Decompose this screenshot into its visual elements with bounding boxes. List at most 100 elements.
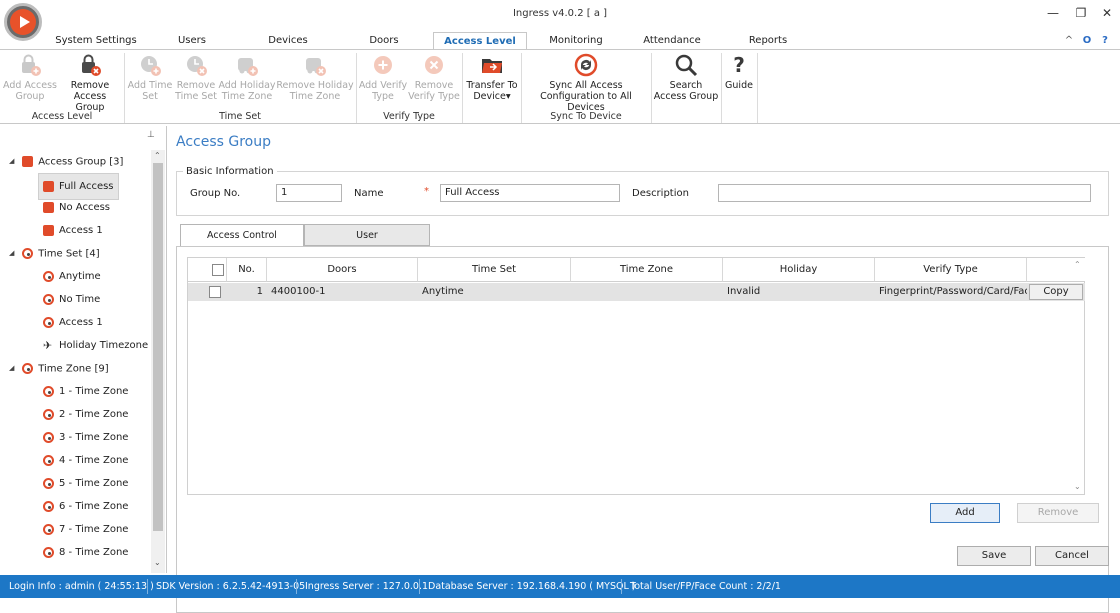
name-label: Name	[354, 188, 384, 199]
cell-time-set[interactable]: Anytime	[418, 283, 571, 301]
cell-holiday[interactable]: Invalid	[723, 283, 875, 301]
grid-header-rowmark	[188, 258, 209, 282]
tree-item-holiday-timezone[interactable]: ✈ Holiday Timezone	[0, 334, 151, 357]
add-verify-icon	[371, 53, 395, 77]
tree-item-time-set-access-1[interactable]: Access 1	[0, 311, 151, 334]
clock-icon	[43, 523, 54, 535]
copy-button[interactable]: Copy	[1029, 284, 1083, 300]
tree-item-time-zone-6[interactable]: 6 - Time Zone	[0, 495, 151, 518]
tree-scrollbar[interactable]: ⌃ ⌄	[151, 150, 165, 573]
tree-item-time-zone-4[interactable]: 4 - Time Zone	[0, 449, 151, 472]
clock-icon	[22, 363, 34, 374]
grid-header-verify-type[interactable]: Verify Type	[875, 258, 1027, 282]
tab-system-settings[interactable]: System Settings	[50, 32, 142, 50]
collapse-ribbon-icon[interactable]: ^	[1062, 32, 1076, 50]
remove-clock-icon	[184, 53, 208, 77]
transfer-folder-icon	[480, 53, 504, 77]
remove-time-set-button[interactable]: Remove Time Set	[174, 53, 218, 102]
add-holiday-time-zone-button[interactable]: Add Holiday Time Zone	[218, 53, 276, 102]
time-set-group-label: Time Set	[219, 111, 261, 122]
pin-icon[interactable]: ⊥	[147, 130, 155, 140]
search-access-group-button[interactable]: Search Access Group	[653, 53, 719, 102]
search-icon	[674, 53, 698, 77]
close-button[interactable]: ✕	[1096, 4, 1118, 22]
grid-header-time-set[interactable]: Time Set	[418, 258, 571, 282]
tree-node-time-set[interactable]: ◢ Time Set [4]	[0, 242, 151, 265]
remove-access-group-button[interactable]: Remove Access Group	[58, 53, 122, 113]
tree-item-no-access[interactable]: No Access	[0, 196, 151, 219]
tab-reports[interactable]: Reports	[740, 32, 796, 50]
tab-doors[interactable]: Doors	[352, 32, 416, 50]
window-title: Ingress v4.0.2 [ a ]	[512, 8, 608, 19]
transfer-to-device-button[interactable]: Transfer To Device▾	[464, 53, 520, 102]
clock-icon	[43, 454, 54, 466]
status-login-info: Login Info : admin ( 24:55:13 )	[9, 581, 154, 592]
remove-holiday-time-zone-button[interactable]: Remove Holiday Time Zone	[276, 53, 354, 102]
add-button[interactable]: Add	[930, 503, 1000, 523]
grid-header-no[interactable]: No.	[227, 258, 267, 282]
restore-button[interactable]: ❐	[1070, 4, 1092, 22]
add-access-group-button[interactable]: Add Access Group	[2, 53, 58, 102]
remove-verify-type-button[interactable]: Remove Verify Type	[408, 53, 460, 102]
tree-item-access-1[interactable]: Access 1	[0, 219, 151, 242]
tree-node-access-group[interactable]: ◢ Access Group [3]	[0, 150, 151, 173]
tab-monitoring[interactable]: Monitoring	[540, 32, 612, 50]
grid-header-holiday[interactable]: Holiday	[723, 258, 875, 282]
clock-icon	[43, 270, 54, 282]
cell-doors[interactable]: 4400100-1	[267, 283, 418, 301]
add-verify-type-button[interactable]: Add Verify Type	[358, 53, 408, 102]
tab-access-control[interactable]: Access Control	[180, 224, 304, 247]
name-input[interactable]: Full Access	[440, 184, 620, 202]
clock-icon	[43, 546, 54, 558]
tab-devices[interactable]: Devices	[256, 32, 320, 50]
access-tree: ◢ Access Group [3] Full Access No Access…	[0, 150, 151, 573]
sync-all-button[interactable]: Sync All Access Configuration to All Dev…	[523, 53, 649, 113]
main-content: Access Group Basic Information Group No.…	[168, 126, 1120, 613]
grid-header-doors[interactable]: Doors	[267, 258, 418, 282]
tree-item-time-zone-1[interactable]: 1 - Time Zone	[0, 380, 151, 403]
cancel-button[interactable]: Cancel	[1035, 546, 1109, 566]
row-checkbox[interactable]	[209, 286, 221, 298]
clock-icon	[43, 431, 54, 443]
office-icon[interactable]: O	[1080, 32, 1094, 50]
help-icon[interactable]: ?	[1098, 32, 1112, 50]
cell-verify-type[interactable]: Fingerprint/Password/Card/Face	[875, 283, 1027, 301]
tree-item-anytime[interactable]: Anytime	[0, 265, 151, 288]
tab-user[interactable]: User	[304, 224, 430, 246]
tree-item-full-access[interactable]: Full Access	[0, 173, 151, 200]
grid-scroll-down-icon[interactable]: ⌄	[1074, 482, 1081, 491]
scrollbar-thumb[interactable]	[153, 163, 163, 531]
tree-item-no-time[interactable]: No Time	[0, 288, 151, 311]
select-all-checkbox[interactable]	[211, 264, 224, 276]
tree-item-time-zone-7[interactable]: 7 - Time Zone	[0, 518, 151, 541]
cell-time-zone[interactable]	[571, 283, 723, 301]
tree-item-time-zone-8[interactable]: 8 - Time Zone	[0, 541, 151, 564]
scroll-up-icon[interactable]: ⌃	[154, 151, 161, 160]
menu-tabs: System Settings Users Devices Doors Acce…	[0, 32, 1120, 51]
grid-header-checkbox[interactable]	[209, 258, 227, 282]
scroll-down-icon[interactable]: ⌄	[154, 558, 161, 567]
expand-arrow-icon[interactable]: ◢	[9, 357, 19, 380]
tree-item-time-zone-5[interactable]: 5 - Time Zone	[0, 472, 151, 495]
clock-icon	[43, 293, 54, 305]
remove-button[interactable]: Remove	[1017, 503, 1099, 523]
description-input[interactable]	[718, 184, 1091, 202]
guide-button[interactable]: ? Guide	[723, 53, 755, 91]
tab-users[interactable]: Users	[160, 32, 224, 50]
expand-arrow-icon[interactable]: ◢	[9, 150, 19, 173]
tree-item-time-zone-2[interactable]: 2 - Time Zone	[0, 403, 151, 426]
grid-header-time-zone[interactable]: Time Zone	[571, 258, 723, 282]
navigation-panel: ⊥ ◢ Access Group [3] Full Access No Acce…	[0, 126, 167, 573]
add-time-set-button[interactable]: Add Time Set	[126, 53, 174, 102]
group-no-input[interactable]: 1	[276, 184, 342, 202]
add-clock-icon	[138, 53, 162, 77]
required-mark: *	[424, 186, 429, 197]
save-button[interactable]: Save	[957, 546, 1031, 566]
minimize-button[interactable]: —	[1042, 4, 1064, 22]
tree-node-time-zone[interactable]: ◢ Time Zone [9]	[0, 357, 151, 380]
grid-scroll-up-icon[interactable]: ⌃	[1074, 260, 1081, 269]
tree-item-time-zone-3[interactable]: 3 - Time Zone	[0, 426, 151, 449]
expand-arrow-icon[interactable]: ◢	[9, 242, 19, 265]
access-level-group-label: Access Level	[31, 111, 93, 122]
tab-attendance[interactable]: Attendance	[636, 32, 708, 50]
